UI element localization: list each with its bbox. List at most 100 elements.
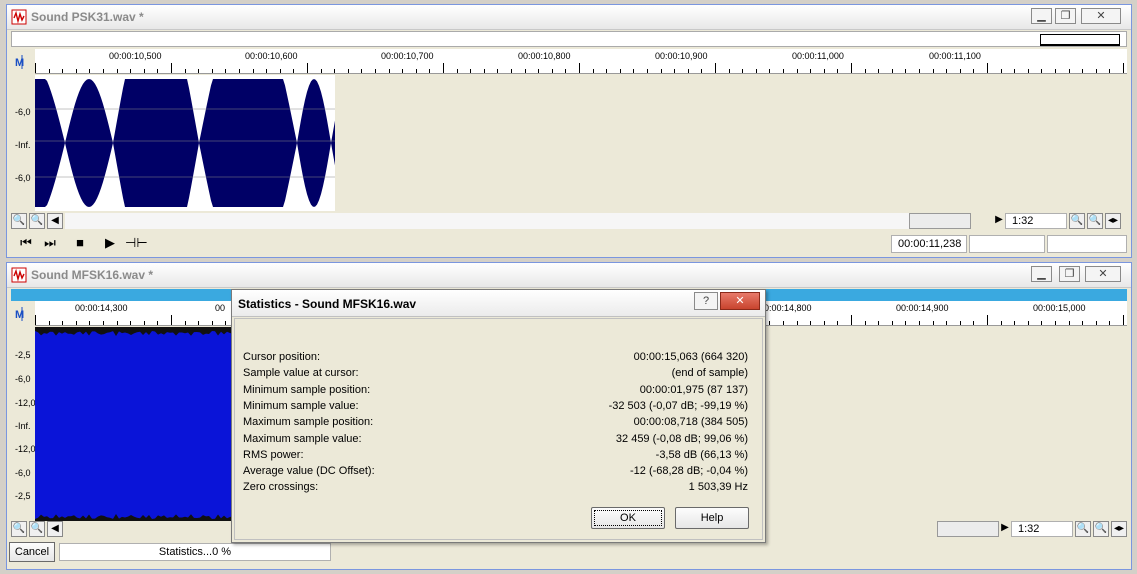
ruler-label: 00:00:10,700 [381, 51, 434, 61]
stop-icon[interactable]: ■ [69, 233, 91, 253]
loop-icon[interactable]: ⊣⊢ [125, 233, 148, 253]
dialog-close-button[interactable]: ✕ [720, 292, 760, 310]
zoom-out-icon[interactable]: 🔍 [11, 213, 27, 229]
ruler-tick [919, 69, 920, 73]
selection-length-field [1047, 235, 1127, 253]
stat-row: Minimum sample value: -32 503 (-0,07 dB; … [243, 400, 748, 416]
help-button[interactable]: Help [675, 507, 749, 529]
stat-label: Sample value at cursor: [243, 367, 359, 380]
ruler-tick [987, 315, 988, 325]
stat-row: Average value (DC Offset): -12 (-68,28 dB… [243, 465, 748, 481]
ruler-tick [35, 315, 36, 325]
zoom-out-icon[interactable]: 🔍 [11, 521, 27, 537]
ruler-tick [660, 69, 662, 73]
restore-button[interactable]: ❐ [1059, 266, 1080, 282]
zoom-fit-icon[interactable]: ◂▸ [1105, 213, 1121, 229]
zoom-in-icon[interactable]: 🔍 [1075, 521, 1091, 537]
go-to-end-icon[interactable]: ⏭ [39, 233, 61, 253]
ruler-tick [946, 69, 948, 73]
ruler-tick [497, 69, 499, 73]
ruler-tick [116, 321, 118, 325]
ruler-tick [429, 69, 431, 73]
ruler-tick [279, 69, 281, 73]
statistics-dialog: Statistics - Sound MFSK16.wav ? ✕ Cursor… [231, 289, 766, 543]
ruler-tick [606, 69, 608, 73]
stat-value: -32 503 (-0,07 dB; -99,19 %) [608, 399, 748, 412]
close-button[interactable]: ✕ [1085, 266, 1121, 282]
go-to-start-icon[interactable]: ⏮ [15, 233, 37, 253]
psk31-titlebar[interactable]: Sound PSK31.wav * ▁ ❐ ✕ [7, 5, 1131, 30]
ruler-tick [878, 321, 880, 325]
ruler-tick [184, 321, 186, 325]
scroll-thumb[interactable] [937, 521, 999, 537]
zoom-ratio-field[interactable]: 1:32 [1005, 213, 1067, 229]
ruler-tick [619, 69, 621, 73]
ruler-tick [715, 63, 716, 73]
overview-viewport[interactable] [1040, 34, 1120, 46]
close-button[interactable]: ✕ [1081, 8, 1121, 24]
ruler-tick [932, 321, 934, 325]
zoom-out-icon[interactable]: 🔍 [1093, 521, 1109, 537]
stat-row: Sample value at cursor: (end of sample) [243, 367, 748, 383]
ruler-tick [769, 69, 771, 73]
ruler-tick [919, 321, 920, 325]
cancel-button[interactable]: Cancel [9, 542, 55, 562]
restore-button[interactable]: ❐ [1055, 8, 1076, 24]
stat-value: -3,58 dB (66,13 %) [655, 448, 748, 461]
db-label: -12,0 [15, 398, 36, 408]
mfsk16-titlebar[interactable]: Sound MFSK16.wav * ▁ ❐ ✕ [7, 263, 1131, 288]
vertical-zoom-icon[interactable]: M [13, 305, 31, 323]
zoom-fit-icon[interactable]: ◂▸ [1111, 521, 1127, 537]
scroll-track[interactable] [65, 213, 967, 229]
time-ruler[interactable]: 00:00:10,500 00:00:10,600 00:00:10,700 00:0… [35, 49, 1127, 74]
play-icon[interactable]: ▶ [99, 233, 121, 253]
ruler-tick [1109, 69, 1111, 73]
ok-button[interactable]: OK [591, 507, 665, 529]
stat-label: Zero crossings: [243, 481, 319, 494]
progress-field: Statistics...0 % [59, 543, 331, 561]
zoom-ratio-field[interactable]: 1:32 [1011, 521, 1073, 537]
help-question-icon[interactable]: ? [694, 292, 718, 310]
scroll-left-icon[interactable]: ◀ [47, 521, 63, 537]
waveform-psk31[interactable] [35, 75, 335, 211]
ruler-label: 00:00:14,900 [896, 303, 949, 313]
window-title: Sound PSK31.wav * [31, 10, 144, 24]
ruler-tick [415, 69, 417, 73]
minimize-button[interactable]: ▁ [1031, 266, 1052, 282]
stat-label: Cursor position: [243, 351, 321, 363]
ruler-tick [116, 69, 118, 73]
scroll-left-icon[interactable]: ◀ [47, 213, 63, 229]
ruler-tick [456, 69, 458, 73]
ruler-label: 00:00:10,800 [518, 51, 571, 61]
scroll-thumb[interactable] [909, 213, 971, 229]
overview-strip[interactable] [11, 31, 1127, 47]
stat-row: Minimum sample position: 00:00:01,975 (87… [243, 384, 748, 400]
ruler-label: 00:00:11,100 [929, 51, 981, 61]
minimize-button[interactable]: ▁ [1031, 8, 1052, 24]
ruler-tick [1082, 69, 1084, 73]
ruler-tick [959, 69, 961, 73]
ruler-tick [320, 69, 322, 73]
vertical-zoom-icon[interactable]: M [13, 53, 31, 71]
ruler-tick [837, 321, 839, 325]
zoom-out-icon[interactable]: 🔍 [1087, 213, 1103, 229]
ruler-label: 00:00:14,800 [759, 303, 812, 313]
dialog-titlebar[interactable]: Statistics - Sound MFSK16.wav ? ✕ [232, 290, 765, 317]
stat-row: RMS power: -3,58 dB (66,13 %) [243, 449, 748, 465]
db-label: -6,0 [15, 374, 31, 384]
ruler-tick [905, 321, 907, 325]
ruler-tick [130, 69, 132, 73]
cursor-position-field: 00:00:11,238 [891, 235, 967, 253]
ruler-tick [1055, 321, 1056, 325]
svg-text:M: M [15, 309, 24, 321]
zoom-in-icon[interactable]: 🔍 [29, 213, 45, 229]
ruler-tick [35, 63, 36, 73]
zoom-in-icon[interactable]: 🔍 [1069, 213, 1085, 229]
transport-bar: ⏮ ⏭ ■ ▶ ⊣⊢ 00:00:11,238 [7, 231, 1131, 257]
ruler-label: 00:00:15,000 [1033, 303, 1086, 313]
zoom-in-icon[interactable]: 🔍 [29, 521, 45, 537]
ruler-tick [647, 69, 648, 73]
ruler-tick [1095, 69, 1097, 73]
ruler-tick [810, 69, 812, 73]
stat-label: Maximum sample value: [243, 432, 362, 445]
